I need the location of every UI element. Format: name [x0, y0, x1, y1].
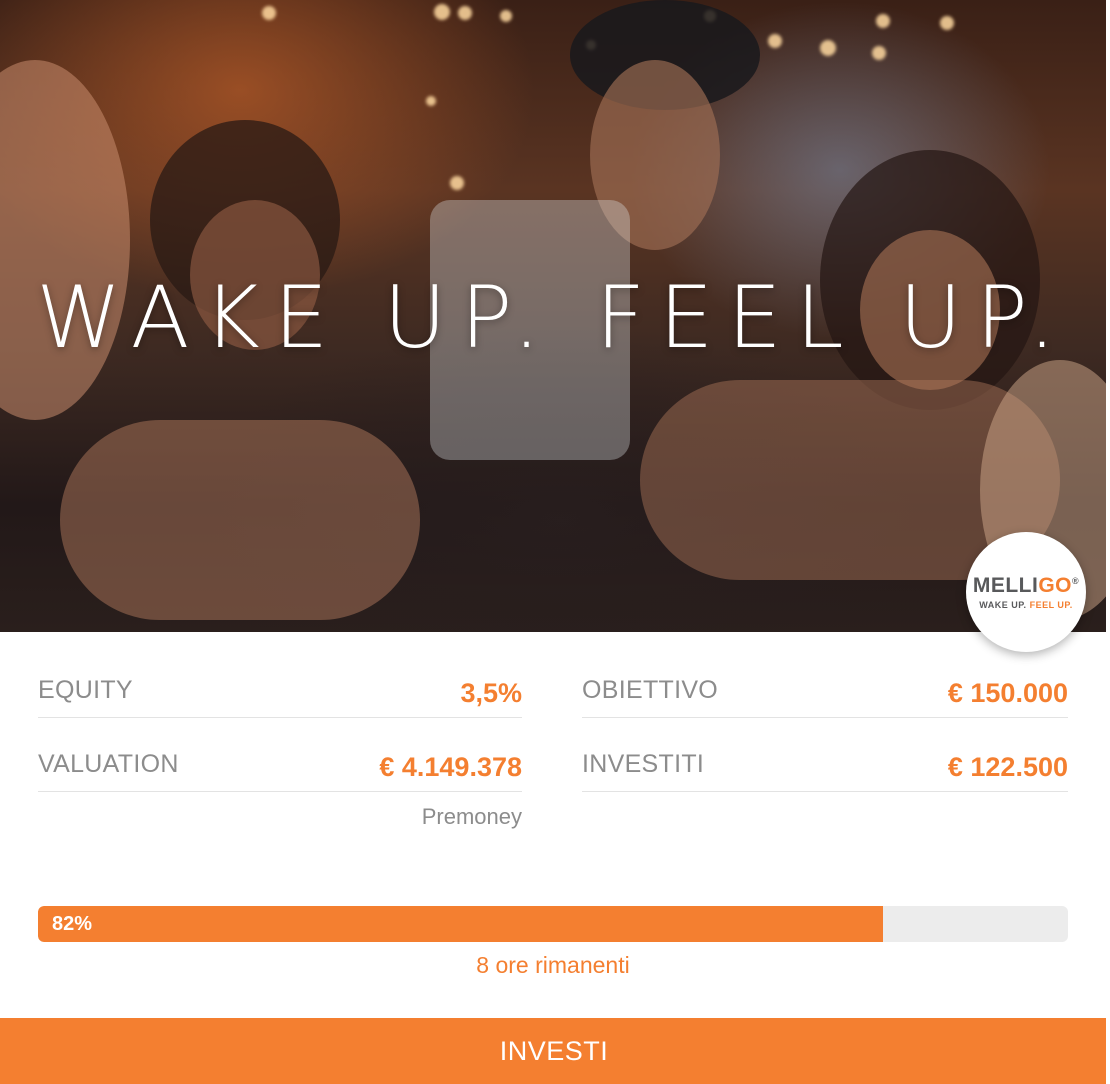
- bokeh-light: [768, 34, 782, 48]
- stat-label: OBIETTIVO: [582, 676, 719, 704]
- stat-valuation: VALUATION € 4.149.378: [38, 708, 522, 792]
- stat-invested: INVESTITI € 122.500: [582, 708, 1068, 792]
- bokeh-light: [262, 6, 276, 20]
- bokeh-light: [458, 6, 472, 20]
- progress-percent: 82%: [52, 913, 93, 935]
- bokeh-light: [434, 4, 450, 20]
- stat-label: VALUATION: [38, 750, 179, 778]
- bokeh-light: [820, 40, 836, 56]
- logo-registered-mark: ®: [1072, 575, 1080, 586]
- bokeh-light: [876, 14, 890, 28]
- bokeh-light: [426, 96, 436, 106]
- funding-progress-bar: 82%: [38, 906, 1068, 942]
- logo-name-main: MELLI: [972, 573, 1039, 597]
- stat-value: € 4.149.378: [379, 752, 522, 782]
- bokeh-light: [872, 46, 886, 60]
- bokeh-light: [940, 16, 954, 30]
- bokeh-light: [450, 176, 464, 190]
- logo-name-accent: GO: [1038, 573, 1073, 597]
- stat-value: 3,5%: [460, 678, 522, 708]
- progress-fill: [38, 906, 883, 942]
- stat-label: EQUITY: [38, 676, 133, 704]
- time-remaining: 8 ore rimanenti: [476, 952, 630, 978]
- stat-equity: EQUITY 3,5%: [38, 634, 522, 718]
- logo-tagline-main: WAKE UP.: [979, 599, 1027, 610]
- logo-wordmark: MELLIGO®: [973, 575, 1079, 596]
- stat-objective: OBIETTIVO € 150.000: [582, 634, 1068, 718]
- hero-headline: WAKE UP. FEEL UP.: [36, 268, 1070, 368]
- brand-logo[interactable]: MELLIGO® WAKE UP. FEEL UP.: [966, 532, 1086, 652]
- arm: [60, 420, 420, 620]
- bokeh-light: [500, 10, 512, 22]
- valuation-note: Premoney: [421, 804, 522, 829]
- logo-tagline-accent: FEEL UP.: [1029, 599, 1073, 610]
- stat-value: € 150.000: [947, 678, 1068, 708]
- stat-label: INVESTITI: [582, 750, 705, 778]
- hero-image[interactable]: WAKE UP. FEEL UP.: [0, 0, 1106, 632]
- campaign-card: WAKE UP. FEEL UP. MELLIGO® WAKE UP. FEEL…: [0, 0, 1110, 1084]
- logo-tagline: WAKE UP. FEEL UP.: [979, 600, 1073, 610]
- invest-button[interactable]: INVESTI: [0, 1018, 1108, 1084]
- scrollbar[interactable]: [1106, 0, 1110, 1084]
- stat-value: € 122.500: [947, 752, 1068, 782]
